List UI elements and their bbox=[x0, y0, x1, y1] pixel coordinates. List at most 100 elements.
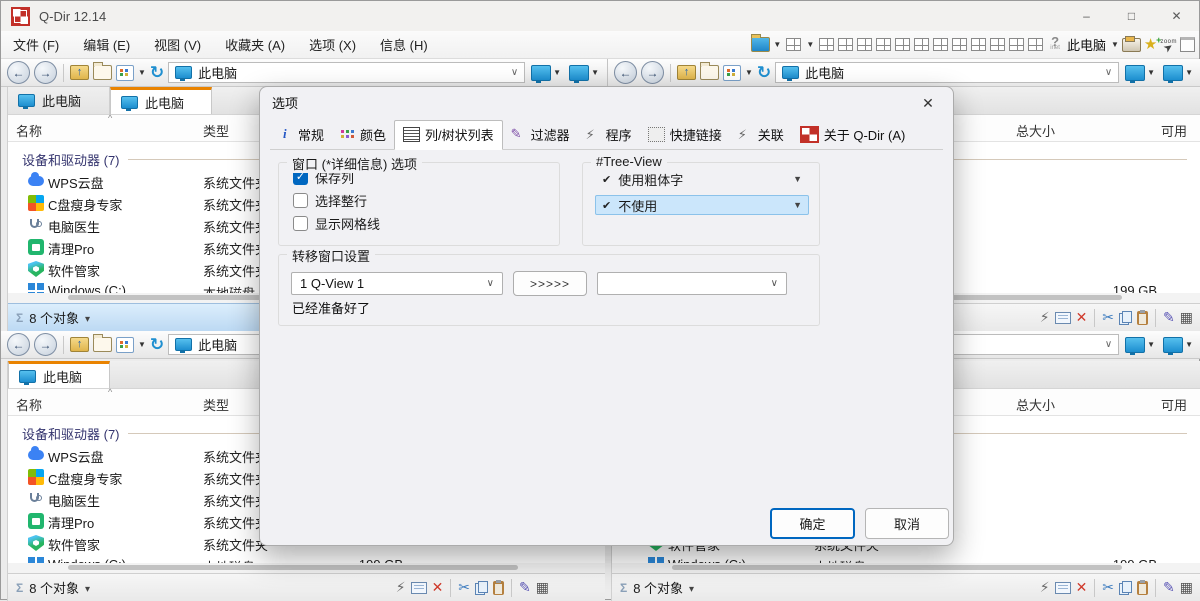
layout-preset-icon[interactable] bbox=[786, 38, 801, 51]
chevron-down-icon[interactable]: ▼ bbox=[793, 174, 802, 184]
delete-icon[interactable] bbox=[1076, 310, 1088, 325]
folder-up-icon[interactable]: ↑ bbox=[70, 65, 89, 80]
address-bar[interactable]: 此电脑 ∨ bbox=[168, 62, 525, 83]
rename-icon[interactable] bbox=[411, 582, 427, 594]
pane-layout-icon[interactable] bbox=[914, 38, 929, 51]
dialog-tab-links[interactable]: 快捷链接 bbox=[640, 121, 730, 149]
pane-layout-icon[interactable] bbox=[857, 38, 872, 51]
column-name[interactable]: 名称 bbox=[16, 395, 42, 414]
menu-file[interactable]: 文件 (F) bbox=[1, 35, 71, 54]
menu-view[interactable]: 视图 (V) bbox=[142, 35, 213, 54]
chevron-down-icon[interactable]: ▼ bbox=[138, 340, 146, 349]
menu-edit[interactable]: 编辑 (E) bbox=[71, 35, 142, 54]
horizontal-scrollbar[interactable] bbox=[612, 563, 1200, 573]
dialog-close-button[interactable]: ✕ bbox=[913, 91, 943, 115]
cut-icon[interactable] bbox=[1102, 310, 1114, 325]
refresh-icon[interactable]: ↻ bbox=[757, 64, 771, 82]
treeview-option-select[interactable]: ✔不使用▼ bbox=[595, 195, 809, 215]
open-folder-icon[interactable] bbox=[700, 65, 719, 80]
transfer-button[interactable]: >>>>> bbox=[513, 271, 587, 296]
close-button[interactable]: ✕ bbox=[1154, 1, 1199, 31]
file-row[interactable]: Windows (C:)本地磁盘199 GB bbox=[612, 554, 1200, 563]
rename-icon[interactable] bbox=[1055, 312, 1071, 324]
folder-up-icon[interactable]: ↑ bbox=[677, 65, 696, 80]
chevron-down-icon[interactable]: ▼ bbox=[1111, 40, 1119, 49]
chevron-down-icon[interactable] bbox=[85, 580, 90, 595]
cut-icon[interactable] bbox=[458, 580, 470, 595]
edit-icon[interactable] bbox=[519, 580, 531, 595]
pane-view-button[interactable]: ▼ bbox=[529, 64, 563, 82]
chevron-down-icon[interactable]: ∨ bbox=[1105, 67, 1112, 78]
dialog-tab-colors[interactable]: 颜色 bbox=[332, 121, 394, 149]
maximize-button[interactable]: □ bbox=[1109, 1, 1154, 31]
column-type[interactable]: 类型 bbox=[203, 121, 229, 140]
dialog-tab-info[interactable]: 常规 bbox=[270, 121, 332, 149]
grid-view-icon[interactable] bbox=[1180, 580, 1193, 595]
chevron-down-icon[interactable] bbox=[689, 580, 694, 595]
back-button[interactable]: ← bbox=[7, 61, 30, 84]
refresh-icon[interactable]: ↻ bbox=[150, 336, 164, 354]
actions-icon[interactable] bbox=[1040, 310, 1050, 325]
pane-layout-icon[interactable] bbox=[990, 38, 1005, 51]
tab-this-pc[interactable]: 此电脑 bbox=[110, 87, 212, 114]
chevron-down-icon[interactable]: ▼ bbox=[745, 68, 753, 77]
delete-icon[interactable] bbox=[1076, 580, 1088, 595]
pane-view-button[interactable]: ▼ bbox=[567, 64, 601, 82]
pane-layout-icon[interactable] bbox=[1028, 38, 1043, 51]
refresh-icon[interactable]: ↻ bbox=[150, 64, 164, 82]
grid-view-icon[interactable] bbox=[1180, 310, 1193, 325]
tab-this-pc[interactable]: 此电脑 bbox=[8, 361, 110, 388]
tab-this-pc[interactable]: 此电脑 bbox=[8, 87, 110, 114]
dialog-tab-filter[interactable]: 过滤器 bbox=[503, 121, 578, 149]
chevron-down-icon[interactable] bbox=[85, 310, 90, 325]
zoom-pointer-icon[interactable]: zoom➤ bbox=[1160, 39, 1177, 51]
pane-view-button[interactable]: ▼ bbox=[1161, 64, 1195, 82]
delete-icon[interactable] bbox=[432, 580, 444, 595]
menu-options[interactable]: 选项 (X) bbox=[297, 35, 368, 54]
menu-favorites[interactable]: 收藏夹 (A) bbox=[213, 35, 297, 54]
dialog-tab-table[interactable]: 列/树状列表 bbox=[394, 120, 503, 150]
rename-icon[interactable] bbox=[1055, 582, 1071, 594]
pane-layout-icon[interactable] bbox=[819, 38, 834, 51]
copy-icon[interactable] bbox=[475, 581, 488, 595]
inet-help-icon[interactable]: ? inet bbox=[1050, 38, 1060, 52]
copy-icon[interactable] bbox=[1119, 311, 1132, 325]
transfer-target-select[interactable]: ∨ bbox=[597, 272, 787, 295]
minimize-button[interactable]: – bbox=[1064, 1, 1109, 31]
folder-actions-icon[interactable] bbox=[751, 37, 770, 52]
pane-layout-icon[interactable] bbox=[1009, 38, 1024, 51]
pane-view-button[interactable]: ▼ bbox=[1161, 336, 1195, 354]
column-type[interactable]: 类型 bbox=[203, 395, 229, 414]
pane-view-button[interactable]: ▼ bbox=[1123, 64, 1157, 82]
add-favorite-icon[interactable]: ★ bbox=[1144, 38, 1157, 51]
back-button[interactable]: ← bbox=[614, 61, 637, 84]
view-mode-icon[interactable] bbox=[723, 65, 741, 81]
checkbox-row[interactable]: 显示网格线 bbox=[293, 214, 559, 232]
address-bar[interactable]: 此电脑 ∨ bbox=[775, 62, 1119, 83]
file-row[interactable]: Windows (C:)本地磁盘199 GB bbox=[8, 554, 605, 563]
edit-icon[interactable] bbox=[1163, 580, 1175, 595]
treeview-option-select[interactable]: ✔使用粗体字▼ bbox=[595, 169, 809, 189]
chevron-down-icon[interactable]: ▼ bbox=[773, 40, 781, 49]
back-button[interactable]: ← bbox=[7, 333, 30, 356]
edit-icon[interactable] bbox=[1163, 310, 1175, 325]
paste-icon[interactable] bbox=[493, 581, 504, 595]
cancel-button[interactable]: 取消 bbox=[865, 508, 949, 539]
view-mode-icon[interactable] bbox=[116, 337, 134, 353]
chevron-down-icon[interactable]: ∨ bbox=[1105, 339, 1112, 350]
horizontal-scrollbar[interactable] bbox=[8, 563, 605, 573]
dialog-tab-assoc[interactable]: 关联 bbox=[730, 121, 792, 149]
paste-icon[interactable] bbox=[1137, 581, 1148, 595]
column-free[interactable]: 可用 bbox=[1161, 395, 1187, 414]
open-folder-icon[interactable] bbox=[93, 337, 112, 352]
column-size[interactable]: 总大小 bbox=[1016, 395, 1055, 414]
transfer-source-select[interactable]: 1 Q-View 1 ∨ bbox=[291, 272, 503, 295]
pane-view-button[interactable]: ▼ bbox=[1123, 336, 1157, 354]
pane-layout-icon[interactable] bbox=[876, 38, 891, 51]
forward-button[interactable]: → bbox=[34, 333, 57, 356]
print-icon[interactable] bbox=[1122, 38, 1141, 52]
view-mode-icon[interactable] bbox=[116, 65, 134, 81]
copy-icon[interactable] bbox=[1119, 581, 1132, 595]
chevron-down-icon[interactable]: ▼ bbox=[138, 68, 146, 77]
column-free[interactable]: 可用 bbox=[1161, 121, 1187, 140]
